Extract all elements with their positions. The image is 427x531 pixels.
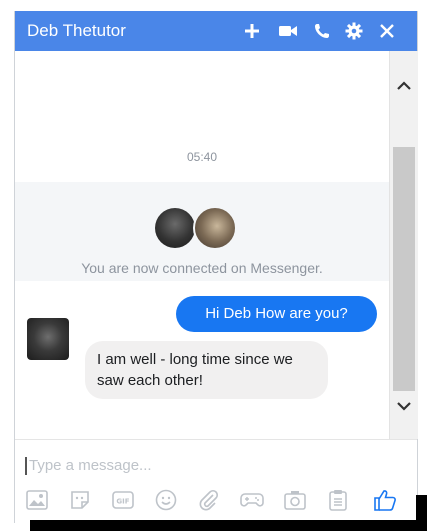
message-bubble-outgoing: Hi Deb How are you? <box>176 296 377 332</box>
composer-toolbar: GIF <box>25 488 409 512</box>
chat-window: Deb Thetutor 05:40 You are now connected… <box>14 11 418 524</box>
game-icon[interactable] <box>240 488 264 512</box>
attachment-icon[interactable] <box>197 488 221 512</box>
gif-icon[interactable]: GIF <box>111 488 135 512</box>
sticker-icon[interactable] <box>68 488 92 512</box>
message-input[interactable]: Type a message... <box>25 457 152 475</box>
chevron-up-icon[interactable] <box>390 75 418 97</box>
composer: Type a message... GIF <box>15 439 417 524</box>
connected-notice: You are now connected on Messenger. <box>81 260 323 276</box>
video-icon[interactable] <box>277 20 299 42</box>
svg-text:GIF: GIF <box>116 498 129 506</box>
chat-title[interactable]: Deb Thetutor <box>27 21 126 41</box>
plus-icon[interactable] <box>241 20 263 42</box>
timestamp: 05:40 <box>186 150 218 164</box>
phone-icon[interactable] <box>311 20 333 42</box>
scrollbar-thumb[interactable] <box>393 147 415 391</box>
message-bubble-incoming: I am well - long time since we saw each … <box>85 341 328 399</box>
message-list: 05:40 You are now connected on Messenger… <box>15 51 389 439</box>
close-icon[interactable] <box>376 20 398 42</box>
avatar <box>155 208 195 248</box>
gear-icon[interactable] <box>343 20 365 42</box>
screen-edge <box>30 520 427 531</box>
avatar <box>27 318 69 360</box>
message-text: I am well - long time since we saw each … <box>97 351 293 389</box>
chat-header: Deb Thetutor <box>15 11 417 51</box>
avatar <box>193 206 237 250</box>
photo-icon[interactable] <box>25 488 49 512</box>
like-icon[interactable] <box>373 488 397 512</box>
camera-icon[interactable] <box>283 488 307 512</box>
scrollbar[interactable] <box>389 51 418 439</box>
emoji-icon[interactable] <box>154 488 178 512</box>
chevron-down-icon[interactable] <box>390 395 418 417</box>
notes-icon[interactable] <box>326 488 350 512</box>
